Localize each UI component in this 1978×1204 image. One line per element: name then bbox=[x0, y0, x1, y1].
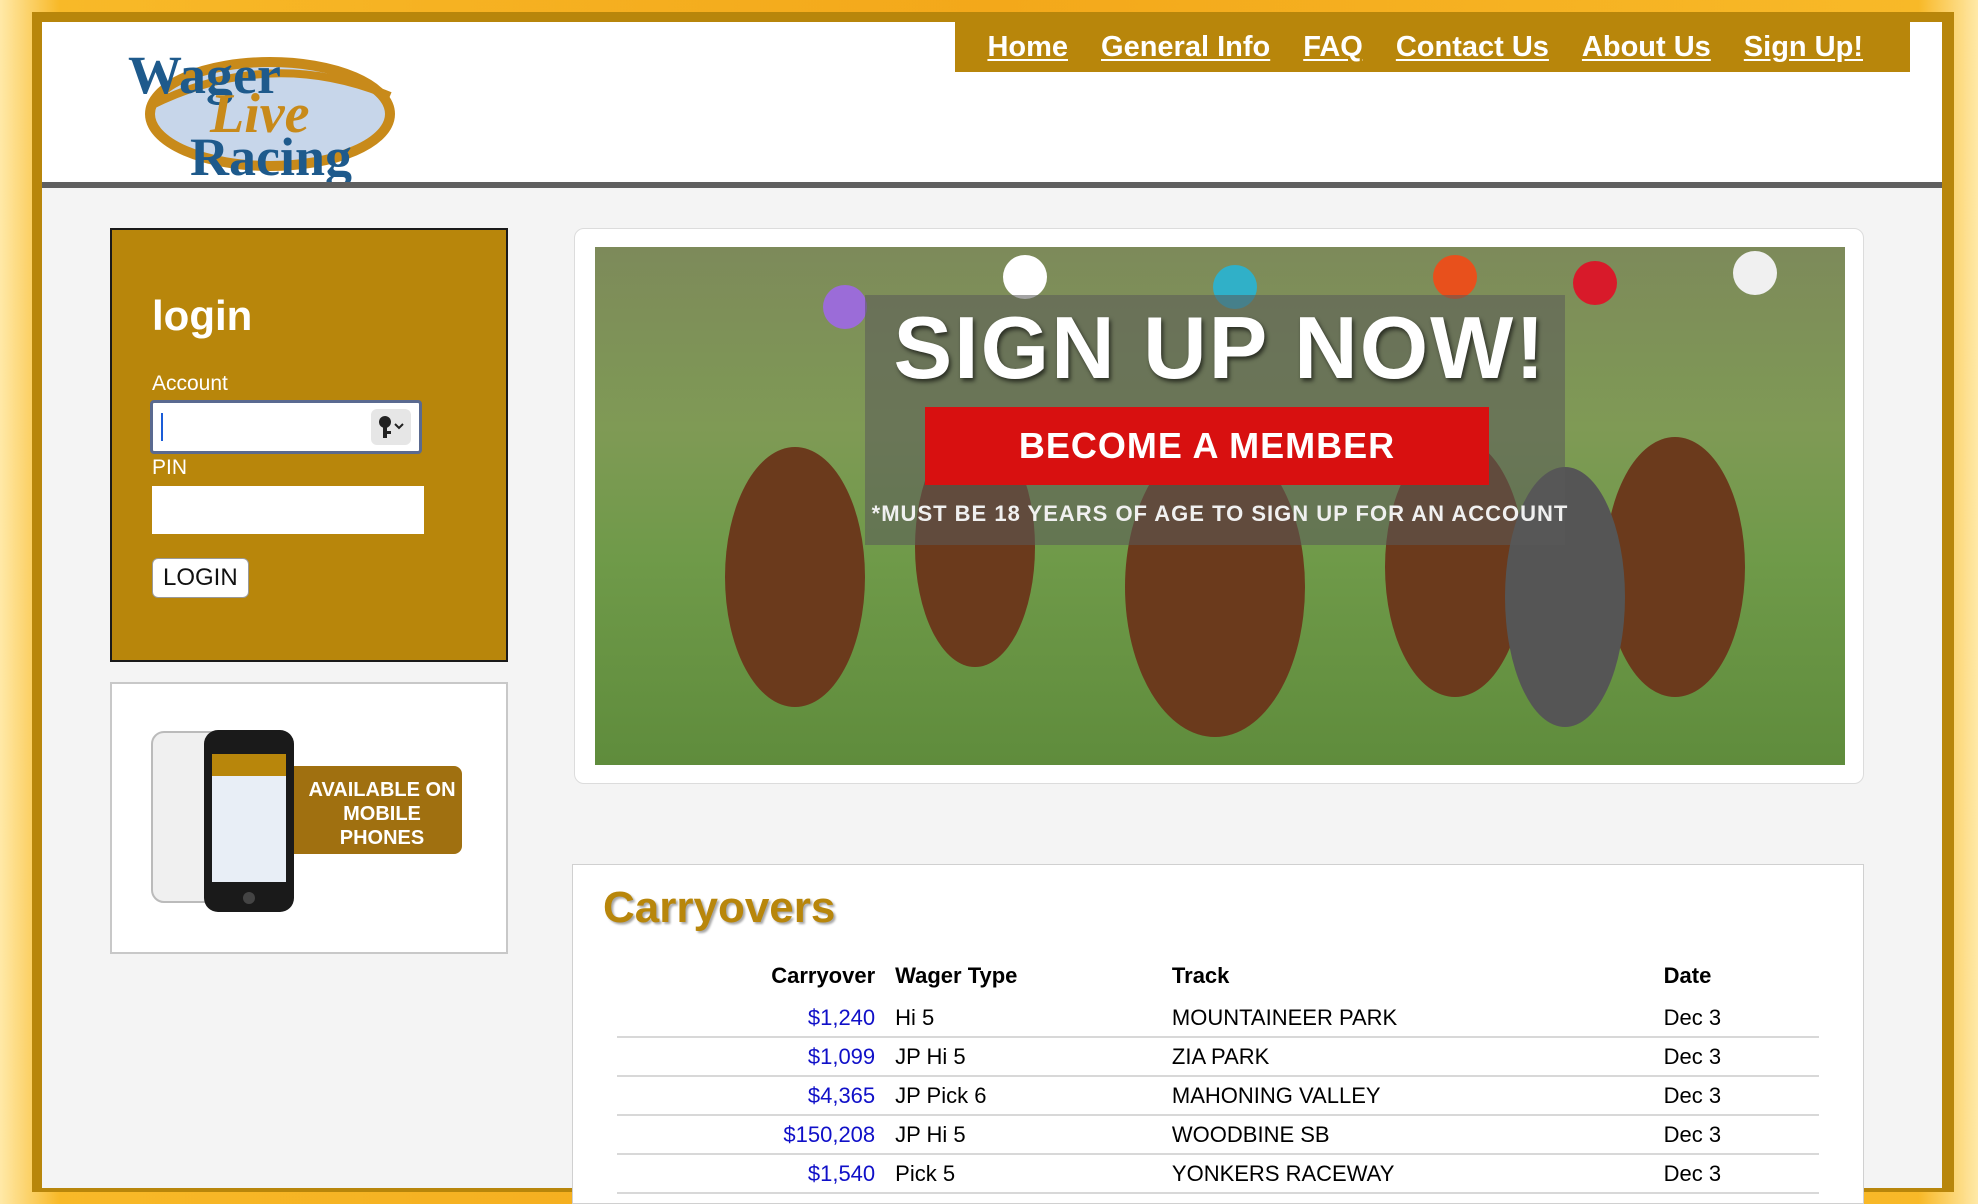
account-input[interactable] bbox=[161, 407, 365, 449]
password-key-icon[interactable] bbox=[371, 409, 411, 445]
carryover-amount[interactable]: $1,099 bbox=[617, 1037, 896, 1077]
table-row[interactable]: $1,540 Pick 5 YONKERS RACEWAY Dec 3 bbox=[617, 1154, 1819, 1194]
pin-input[interactable] bbox=[152, 486, 424, 534]
carryovers-table: Carryover Wager Type Track Date $1,240 H… bbox=[617, 961, 1819, 1194]
top-nav: Home General Info FAQ Contact Us About U… bbox=[955, 22, 1910, 72]
nav-sign-up-link[interactable]: Sign Up! bbox=[1744, 31, 1863, 64]
race-date: Dec 3 bbox=[1663, 1115, 1819, 1155]
col-header-carryover: Carryover bbox=[771, 963, 876, 988]
signup-banner[interactable]: SIGN UP NOW! BECOME A MEMBER *MUST BE 18… bbox=[595, 247, 1845, 765]
wager-type: JP Hi 5 bbox=[895, 1037, 1172, 1077]
nav-about-us-link[interactable]: About Us bbox=[1582, 31, 1711, 64]
wager-type: Hi 5 bbox=[895, 999, 1172, 1038]
login-button[interactable]: LOGIN bbox=[152, 558, 249, 598]
account-field[interactable] bbox=[150, 400, 422, 454]
col-header-date: Date bbox=[1663, 963, 1712, 988]
table-row[interactable]: $1,240 Hi 5 MOUNTAINEER PARK Dec 3 bbox=[617, 999, 1819, 1038]
carryover-amount[interactable]: $1,240 bbox=[617, 999, 896, 1038]
banner-age-note: *MUST BE 18 YEARS OF AGE TO SIGN UP FOR … bbox=[871, 501, 1569, 526]
carryovers-panel: Carryovers Carryover Wager Type Track Da… bbox=[572, 864, 1864, 1204]
table-row[interactable]: $150,208 JP Hi 5 WOODBINE SB Dec 3 bbox=[617, 1115, 1819, 1155]
track-name: YONKERS RACEWAY bbox=[1171, 1154, 1664, 1194]
nav-faq-link[interactable]: FAQ bbox=[1303, 31, 1363, 64]
nav-contact-us-link[interactable]: Contact Us bbox=[1396, 31, 1549, 64]
logo-word-racing: Racing bbox=[190, 127, 352, 187]
track-name: ZIA PARK bbox=[1171, 1037, 1664, 1077]
track-name: MOUNTAINEER PARK bbox=[1171, 999, 1664, 1038]
wager-type: JP Pick 6 bbox=[895, 1076, 1172, 1116]
race-date: Dec 3 bbox=[1663, 1076, 1819, 1116]
table-header-row: Carryover Wager Type Track Date bbox=[617, 961, 1819, 999]
carryover-amount[interactable]: $1,540 bbox=[617, 1154, 896, 1194]
account-label: Account bbox=[152, 372, 228, 395]
table-row[interactable]: $4,365 JP Pick 6 MAHONING VALLEY Dec 3 bbox=[617, 1076, 1819, 1116]
track-name: MAHONING VALLEY bbox=[1171, 1076, 1664, 1116]
wager-live-racing-logo[interactable]: Wager Live Racing bbox=[120, 36, 410, 187]
race-date: Dec 3 bbox=[1663, 999, 1819, 1038]
signup-banner-card: SIGN UP NOW! BECOME A MEMBER *MUST BE 18… bbox=[574, 228, 1864, 784]
wager-type: Pick 5 bbox=[895, 1154, 1172, 1194]
carryovers-title: Carryovers bbox=[603, 883, 836, 932]
mobile-line-1: AVAILABLE ON bbox=[308, 779, 456, 801]
carryover-amount[interactable]: $150,208 bbox=[617, 1115, 896, 1155]
login-panel: login Account PIN LOGIN bbox=[110, 228, 508, 662]
become-member-button[interactable]: BECOME A MEMBER bbox=[925, 407, 1489, 485]
mobile-line-2: MOBILE bbox=[343, 803, 421, 825]
nav-home-link[interactable]: Home bbox=[987, 31, 1068, 64]
banner-title: SIGN UP NOW! bbox=[893, 298, 1547, 397]
race-date: Dec 3 bbox=[1663, 1154, 1819, 1194]
col-header-track: Track bbox=[1171, 963, 1230, 988]
track-name: WOODBINE SB bbox=[1171, 1115, 1664, 1155]
nav-general-info-link[interactable]: General Info bbox=[1101, 31, 1270, 64]
pin-label: PIN bbox=[152, 456, 188, 479]
race-date: Dec 3 bbox=[1663, 1037, 1819, 1077]
carryover-amount[interactable]: $4,365 bbox=[617, 1076, 896, 1116]
mobile-promo[interactable]: AVAILABLE ON MOBILE PHONES bbox=[110, 682, 508, 954]
login-title: login bbox=[152, 292, 253, 339]
table-row[interactable]: $1,099 JP Hi 5 ZIA PARK Dec 3 bbox=[617, 1037, 1819, 1077]
wager-type: JP Hi 5 bbox=[895, 1115, 1172, 1155]
mobile-line-3: PHONES bbox=[339, 827, 425, 849]
text-caret bbox=[161, 413, 163, 441]
col-header-wager-type: Wager Type bbox=[895, 963, 1018, 988]
